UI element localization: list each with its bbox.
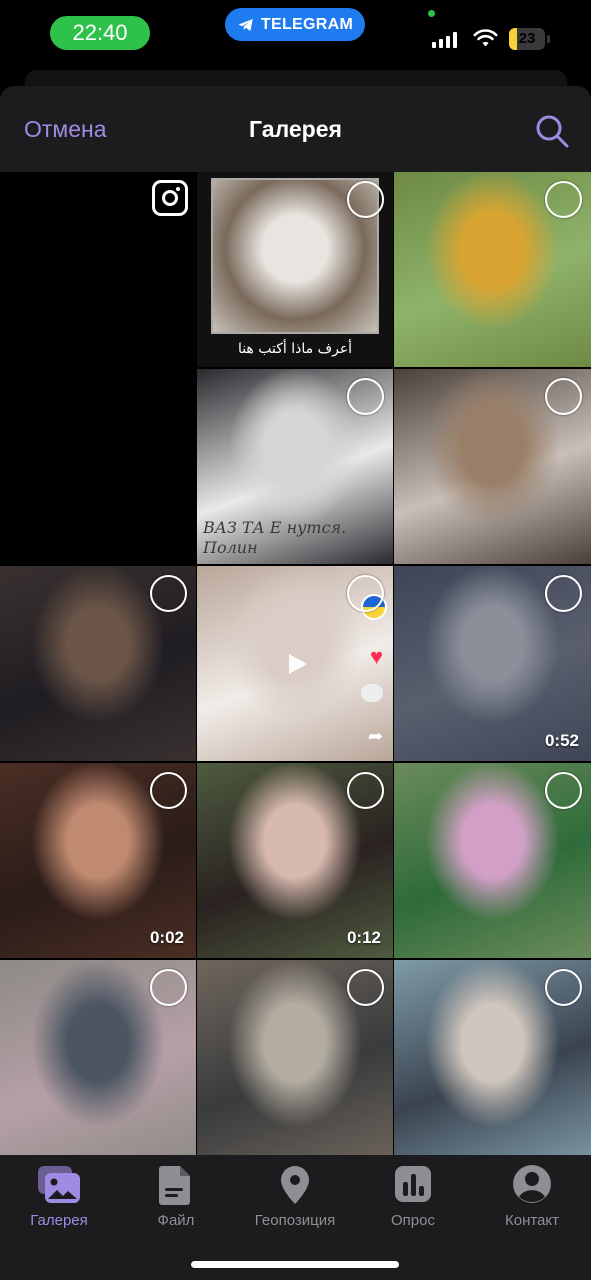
select-checkbox[interactable] [347, 969, 384, 1006]
select-checkbox[interactable] [545, 772, 582, 809]
gallery-photo-thumbnail[interactable] [0, 960, 196, 1167]
search-icon[interactable] [534, 113, 570, 149]
signal-icon [432, 32, 457, 48]
privacy-indicator [428, 10, 435, 17]
video-duration: 0:12 [346, 928, 381, 947]
heart-icon: ♥ [369, 644, 383, 669]
gallery-icon [38, 1166, 80, 1203]
select-checkbox[interactable] [545, 181, 582, 218]
comment-icon [361, 684, 383, 702]
gallery-photo-thumbnail[interactable] [394, 960, 591, 1167]
select-checkbox[interactable] [545, 969, 582, 1006]
status-time-text: 22:40 [72, 20, 128, 45]
tab-location-label: Геопозиция [254, 1212, 336, 1229]
telegram-badge[interactable]: TELEGRAM [225, 8, 365, 41]
select-checkbox[interactable] [545, 575, 582, 612]
select-checkbox[interactable] [347, 181, 384, 218]
camera-tile[interactable] [0, 172, 196, 564]
video-duration: 0:02 [149, 928, 184, 947]
share-icon: ➦ [367, 726, 383, 746]
tab-contact[interactable]: Контакт [487, 1155, 577, 1235]
location-icon [281, 1166, 309, 1204]
select-checkbox[interactable] [347, 772, 384, 809]
tab-contact-label: Контакт [504, 1212, 559, 1229]
battery-icon: 23 [509, 28, 551, 50]
contact-icon [513, 1165, 551, 1203]
tab-poll-label: Опрос [391, 1212, 435, 1229]
status-time[interactable]: 22:40 [50, 16, 150, 50]
gallery-header: Отмена Галерея [0, 86, 591, 172]
tab-file[interactable]: Файл [131, 1155, 221, 1235]
gallery-photo-thumbnail[interactable]: أعرف ماذا أكتب هنا [197, 172, 393, 367]
poll-icon [395, 1166, 431, 1202]
photo-caption: أعرف ماذا أكتب هنا [237, 341, 353, 357]
play-icon [289, 653, 307, 674]
select-checkbox[interactable] [150, 575, 187, 612]
file-icon [159, 1166, 190, 1205]
telegram-badge-label: TELEGRAM [260, 15, 354, 33]
gallery-photo-thumbnail[interactable] [394, 763, 591, 958]
tab-gallery-label: Галерея [30, 1212, 88, 1229]
home-indicator [191, 1261, 399, 1268]
tab-location[interactable]: Геопозиция [245, 1155, 345, 1235]
gallery-video-thumbnail[interactable]: ♥ ➦ [197, 566, 393, 761]
select-checkbox[interactable] [347, 575, 384, 612]
select-checkbox[interactable] [545, 378, 582, 415]
telegram-icon [238, 18, 253, 31]
cancel-button[interactable]: Отмена [24, 116, 107, 143]
battery-level: 23 [518, 30, 536, 47]
tab-file-label: Файл [157, 1212, 195, 1229]
tab-poll[interactable]: Опрос [368, 1155, 458, 1235]
gallery-photo-thumbnail[interactable]: ВАЗ ТА Е нутся. Полин [197, 369, 393, 564]
gallery-photo-thumbnail[interactable] [394, 172, 591, 367]
video-duration: 0:52 [544, 731, 579, 750]
gallery-photo-thumbnail[interactable] [197, 960, 393, 1167]
gallery-video-thumbnail[interactable]: 0:12 [197, 763, 393, 958]
gallery-video-thumbnail[interactable]: 0:52 [394, 566, 591, 761]
snow-writing: ВАЗ ТА Е нутся. Полин [203, 518, 347, 557]
status-bar: 22:40 TELEGRAM 23 [0, 0, 591, 70]
select-checkbox[interactable] [150, 772, 187, 809]
select-checkbox[interactable] [347, 378, 384, 415]
gallery-video-thumbnail[interactable]: 0:02 [0, 763, 196, 958]
camera-icon [152, 180, 188, 216]
wifi-icon [473, 29, 498, 47]
gallery-grid: أعرف ماذا أكتب هنا ВАЗ ТА Е нутся. Полин ♥… [0, 172, 591, 1167]
tab-gallery[interactable]: Галерея [14, 1155, 104, 1235]
gallery-photo-thumbnail[interactable] [0, 566, 196, 761]
select-checkbox[interactable] [150, 969, 187, 1006]
gallery-photo-thumbnail[interactable] [394, 369, 591, 564]
